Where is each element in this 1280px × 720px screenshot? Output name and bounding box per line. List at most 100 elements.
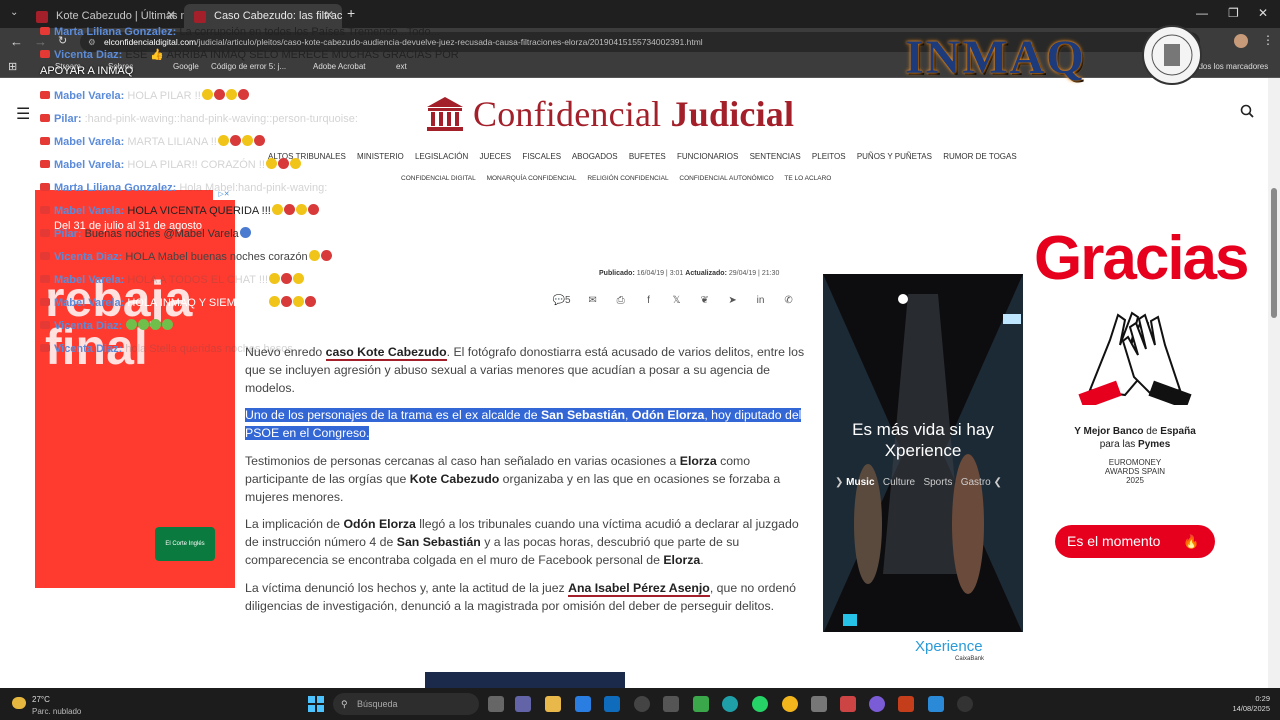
teams-icon[interactable] [515, 696, 531, 712]
photos-icon[interactable] [928, 696, 944, 712]
app-icon[interactable] [811, 696, 827, 712]
ad-caixabank-xperience[interactable]: Es más vida si hay Xperience ❯ Music Cul… [823, 274, 1023, 674]
bookmark-ext-folder[interactable]: ext [396, 62, 407, 71]
emoji-icon [293, 273, 305, 284]
link-caso-kote-cabezudo[interactable]: caso Kote Cabezudo [325, 345, 447, 361]
nav-punos-y-punetas[interactable]: PUÑOS Y PUÑETAS [857, 152, 932, 161]
windows-start-icon[interactable] [308, 696, 324, 712]
chrome-icon[interactable] [782, 696, 798, 712]
bookmark-google[interactable]: Google [173, 62, 199, 71]
emoji-icon [162, 319, 174, 330]
nav-legislacion[interactable]: LEGISLACIÓN [415, 152, 468, 161]
emoji-icon [289, 158, 301, 169]
menu-dots-icon[interactable]: ⋮ [1262, 33, 1274, 47]
system-clock[interactable]: 0:29 14/08/2025 [1222, 694, 1270, 714]
nav-bufetes[interactable]: BUFETES [629, 152, 666, 161]
whatsapp-taskbar-icon[interactable] [752, 696, 768, 712]
file-explorer-icon[interactable] [545, 696, 561, 712]
ad-bottom-banner[interactable] [425, 672, 625, 688]
close-tab-icon[interactable]: ✕ [324, 5, 334, 25]
chatgpt-icon[interactable] [634, 696, 650, 712]
whatsapp-icon[interactable]: ✆ [775, 295, 803, 306]
chat-text: Hola Mabel:hand-pink-waving: [179, 182, 328, 194]
youtube-icon [40, 275, 50, 283]
minimize-icon[interactable]: — [1196, 6, 1208, 20]
bookmark-adobe[interactable]: Adobe Acrobat [313, 62, 365, 71]
chat-text: :hand-pink-waving::hand-pink-waving::per… [84, 113, 358, 125]
xperience-logo: Xperience [915, 638, 983, 655]
telegram-icon[interactable]: ➤ [719, 295, 747, 306]
bookmark-error[interactable]: Código de error 5: j... [211, 62, 286, 71]
share-bar: 💬 5 ✉ ⎙ f 𝕏 ❦ ➤ in ✆ [545, 293, 805, 307]
profile-avatar[interactable] [1234, 34, 1248, 48]
app-circle-icon[interactable] [869, 696, 885, 712]
chat-author: Vicenta Diaz [54, 320, 119, 332]
site-favicon-icon [194, 11, 206, 23]
active-app-icon[interactable] [840, 696, 856, 712]
powerpoint-icon[interactable] [898, 696, 914, 712]
nav-pleitos[interactable]: PLEITOS [812, 152, 846, 161]
maximize-icon[interactable]: ❐ [1228, 6, 1239, 20]
bold: Elorza [663, 552, 701, 567]
chevron-left-icon: ❮ [993, 477, 1002, 488]
chat-author: Mabel Varela [54, 297, 121, 309]
back-icon[interactable]: ← [10, 34, 23, 49]
hamburger-menu-icon[interactable]: ☰ [16, 104, 30, 124]
time: 0:29 [1255, 694, 1270, 703]
comments-count[interactable]: 5 [565, 295, 571, 306]
site-logo[interactable]: Confidencial Judicial [425, 92, 794, 136]
nav-abogados[interactable]: ABOGADOS [572, 152, 618, 161]
nav-fiscales[interactable]: FISCALES [522, 152, 561, 161]
edge-icon[interactable] [722, 696, 738, 712]
link-ana-isabel-perez-asenjo[interactable]: Ana Isabel Pérez Asenjo [568, 580, 710, 597]
tab-list-chevron-icon[interactable]: ⌄ [10, 7, 18, 18]
close-window-icon[interactable]: ✕ [1258, 6, 1268, 20]
media-player-icon[interactable] [957, 696, 973, 712]
new-tab-icon[interactable]: + [347, 5, 355, 21]
scroll-thumb[interactable] [1271, 188, 1277, 318]
nav-funcionarios[interactable]: FUNCIONARIOS [677, 152, 738, 161]
linkedin-icon[interactable]: in [747, 295, 775, 306]
nav-ministerio[interactable]: MINISTERIO [357, 152, 404, 161]
store-icon[interactable] [575, 696, 591, 712]
bluesky-icon[interactable]: ❦ [691, 295, 719, 306]
ad-gracias-text: Gracias [1034, 224, 1250, 293]
chat-text: HOLA VICENTA QUERIDA !!! [127, 205, 271, 217]
chat-author: Mabel Varela [54, 136, 121, 148]
page-scrollbar[interactable] [1268, 78, 1280, 688]
nav-religion[interactable]: RELIGIÓN CONFIDENCIAL [587, 175, 668, 182]
outlook-icon[interactable] [604, 696, 620, 712]
chat-message: Marta Liliana Gonzalez: La corrupción en… [40, 24, 440, 40]
nav-monarquia[interactable]: MONARQUÍA CONFIDENCIAL [487, 175, 577, 182]
close-tab-icon[interactable]: ✕ [166, 5, 176, 25]
print-icon[interactable]: ⎙ [607, 295, 635, 306]
nav-sentencias[interactable]: SENTENCIAS [750, 152, 801, 161]
text: para las [1099, 439, 1139, 450]
task-view-icon[interactable] [488, 696, 504, 712]
es-el-momento-button[interactable]: Es el momento 🔥 [1055, 525, 1215, 558]
app-cube-icon[interactable] [663, 696, 679, 712]
nav-rumor-de-togas[interactable]: RUMOR DE TOGAS [943, 152, 1017, 161]
nav-autonomico[interactable]: CONFIDENCIAL AUTONÓMICO [679, 175, 773, 182]
apps-grid-icon[interactable]: ⊞ [8, 60, 17, 73]
taskbar-search-box[interactable]: ⚲ Búsqueda [333, 693, 479, 715]
nav-confidencial-digital[interactable]: CONFIDENCIAL DIGITAL [401, 175, 476, 182]
nav-jueces[interactable]: JUECES [480, 152, 512, 161]
logo-bold: Judicial [670, 94, 795, 134]
ad-bank-gracias[interactable]: Gracias Y Mejor Banco de España para las… [1030, 223, 1250, 563]
x-twitter-icon[interactable]: 𝕏 [663, 295, 691, 306]
camtasia-icon[interactable] [693, 696, 709, 712]
updated-date: 29/04/19 | 21:30 [728, 270, 780, 277]
chat-text: APOYAR A INMAQ [40, 65, 134, 77]
chat-message: Mabel Varela: HOLA INMAQ Y SIEMPRE !! [40, 295, 316, 311]
emoji-icon [217, 135, 229, 146]
heart-icon [320, 250, 332, 261]
temperature: 27°C [32, 695, 50, 704]
nav-te-lo-aclaro[interactable]: TE LO ACLARO [784, 175, 831, 182]
weather-desc: Parc. nublado [32, 707, 82, 716]
search-icon[interactable] [1240, 104, 1254, 118]
email-icon[interactable]: ✉ [579, 295, 607, 306]
facebook-icon[interactable]: f [635, 295, 663, 306]
inmaq-logo-text: INMAQ [905, 31, 1086, 84]
cta-label: Es el momento [1067, 533, 1161, 549]
